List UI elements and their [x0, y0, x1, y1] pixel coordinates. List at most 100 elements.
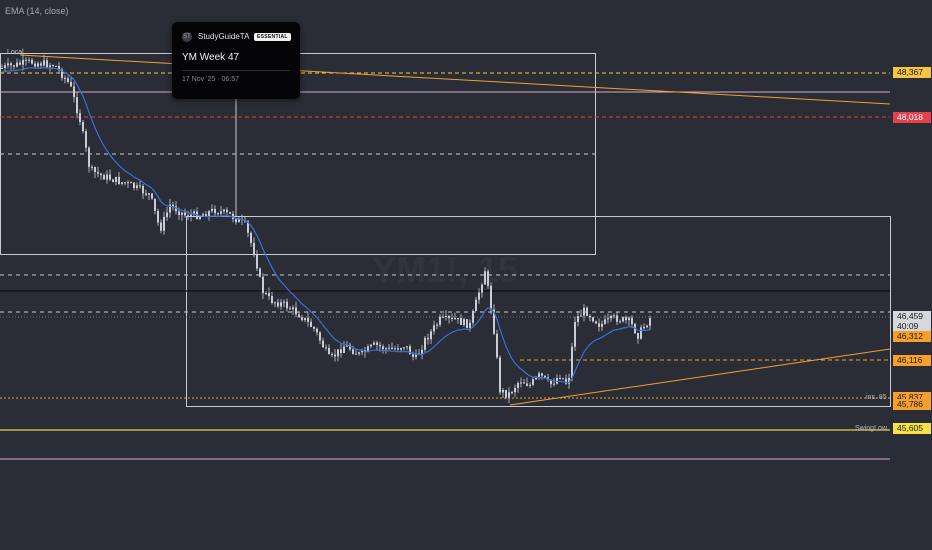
author-name[interactable]: StudyGuideTA	[198, 32, 249, 41]
candle-body	[166, 212, 168, 217]
candle-body	[406, 346, 408, 348]
essential-badge: ESSENTIAL	[254, 33, 291, 41]
candle-body	[334, 354, 336, 357]
candle-body	[163, 216, 165, 231]
candle-body	[370, 344, 372, 347]
candle-body	[136, 185, 138, 188]
indicator-label[interactable]: EMA (14, close)	[5, 6, 69, 16]
candle-body	[592, 317, 594, 322]
candle-body	[469, 322, 471, 328]
idea-date: 17 Nov '25 · 06:57	[182, 76, 239, 83]
candle-body	[454, 317, 456, 320]
candle-body	[607, 318, 609, 320]
candle-body	[610, 315, 612, 319]
price-tag-48018: 48,018	[893, 112, 931, 123]
candle-body	[508, 392, 510, 398]
candle-body	[376, 342, 378, 345]
card-divider	[182, 70, 290, 71]
candle-body	[373, 342, 375, 345]
candle-body	[271, 296, 273, 303]
candle-body	[292, 307, 294, 310]
candle-body	[1, 67, 3, 69]
candle-body	[457, 318, 459, 320]
candle-body	[94, 167, 96, 173]
candle-body	[52, 65, 54, 67]
candle-body	[451, 317, 453, 319]
candle-body	[55, 65, 57, 67]
candle-body	[388, 347, 390, 349]
candle-body	[79, 113, 81, 122]
candle-body	[358, 352, 360, 354]
candle-body	[28, 59, 30, 61]
candle-body	[304, 317, 306, 321]
candle-body	[484, 271, 486, 285]
candle-body	[604, 319, 606, 324]
candle-body	[190, 214, 192, 218]
candle-body	[73, 86, 75, 98]
symbol-watermark: YM1!, 15	[372, 249, 518, 290]
candle-body	[298, 314, 300, 318]
candle-body	[85, 131, 87, 148]
candle-body	[283, 301, 285, 303]
candle-body	[589, 315, 591, 318]
candle-body	[25, 59, 27, 61]
candle-body	[223, 209, 225, 212]
candle-body	[226, 209, 228, 213]
candle-body	[130, 182, 132, 184]
candle-body	[235, 218, 237, 223]
candle-body	[316, 328, 318, 333]
price-tag-48367: 48,367	[893, 67, 931, 78]
candle-body	[439, 316, 441, 325]
idea-title[interactable]: YM Week 47	[182, 52, 239, 63]
candle-body	[328, 348, 330, 355]
candle-body	[553, 383, 555, 385]
local-level-label: Local	[7, 49, 24, 56]
candle-body	[412, 354, 414, 357]
candle-body	[109, 174, 111, 180]
candle-body	[622, 317, 624, 322]
trendline-up	[509, 348, 891, 406]
candle-body	[82, 121, 84, 132]
candle-body	[127, 182, 129, 184]
price-chart[interactable]: YM1!, 15	[0, 0, 932, 550]
candle-body	[571, 346, 573, 379]
candle-body	[16, 62, 18, 67]
candle-body	[394, 348, 396, 350]
candle-body	[184, 212, 186, 216]
candle-body	[505, 389, 507, 398]
candle-body	[487, 271, 489, 286]
candle-body	[391, 347, 393, 350]
price-tag-46312: 46,312	[893, 331, 931, 342]
candle-body	[64, 77, 66, 79]
idea-card[interactable]: ST StudyGuideTA ESSENTIAL YM Week 47 17 …	[172, 22, 300, 99]
candle-body	[214, 208, 216, 214]
candle-body	[10, 63, 12, 66]
candle-body	[115, 176, 117, 182]
candle-body	[265, 293, 267, 295]
candle-body	[199, 216, 201, 219]
candle-body	[616, 315, 618, 322]
candle-body	[67, 78, 69, 82]
candle-body	[526, 383, 528, 386]
candle-body	[97, 172, 99, 174]
candle-body	[586, 307, 588, 316]
candle-body	[268, 293, 270, 297]
candle-body	[490, 285, 492, 310]
ema-line	[1, 67, 651, 384]
price-tag-45786: 45,786	[893, 399, 931, 410]
candle-body	[496, 333, 498, 358]
price-tag-45605: 45,605	[893, 423, 931, 434]
candle-body	[397, 348, 399, 350]
candle-body	[631, 317, 633, 325]
candle-body	[22, 59, 24, 65]
candle-body	[178, 211, 180, 215]
candle-body	[148, 193, 150, 195]
candle-body	[289, 308, 291, 310]
candle-body	[46, 60, 48, 68]
candle-body	[31, 59, 33, 64]
author-avatar: ST	[182, 32, 192, 42]
candle-body	[562, 378, 564, 380]
candle-body	[466, 319, 468, 328]
candle-body	[580, 315, 582, 317]
candle-body	[637, 333, 639, 339]
